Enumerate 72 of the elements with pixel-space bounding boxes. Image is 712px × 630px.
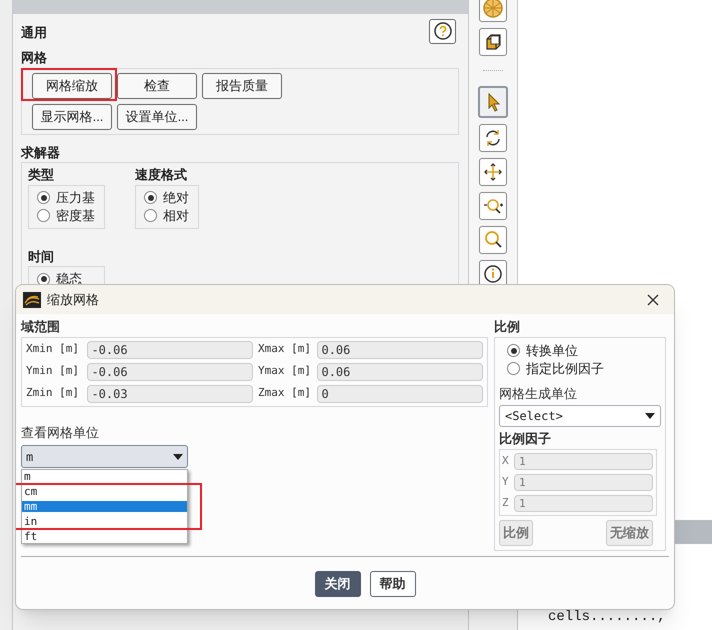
- field-label: Ymax [m]: [258, 363, 312, 380]
- close-icon: [647, 294, 659, 306]
- dropdown-value: <Select>: [505, 408, 563, 425]
- dropdown-value: m: [26, 448, 34, 466]
- radio-button[interactable]: [507, 362, 520, 375]
- dialog-title: 缩放网格: [47, 290, 100, 309]
- radio-button-selected[interactable]: [144, 191, 157, 204]
- field-label: Zmin [m]: [26, 385, 80, 402]
- field-label: Zmax [m]: [258, 385, 312, 402]
- units-dropdown[interactable]: <Select>: [499, 405, 661, 427]
- field-label: Ymin [m]: [26, 363, 80, 380]
- dropdown-option[interactable]: cm: [22, 486, 187, 497]
- input-field[interactable]: -0.06: [87, 362, 253, 380]
- field-label: Xmax [m]: [258, 341, 312, 358]
- dropdown-option[interactable]: in: [22, 516, 187, 527]
- radio-button-selected[interactable]: [507, 344, 520, 357]
- input-field[interactable]: -0.03: [87, 384, 253, 402]
- group-heading: 速度格式: [135, 166, 188, 184]
- input-field[interactable]: 0: [317, 384, 484, 402]
- section-heading: 网格: [21, 49, 48, 67]
- toolbar-button[interactable]: [478, 86, 508, 118]
- input-field[interactable]: -0.06: [87, 340, 253, 358]
- radio-label: 压力基: [56, 188, 95, 207]
- group-heading: 类型: [28, 166, 55, 184]
- radio-label: 指定比例因子: [526, 360, 604, 378]
- radio-label: 相对: [163, 206, 189, 225]
- radio-button-selected[interactable]: [37, 272, 50, 286]
- help-button[interactable]: [429, 18, 456, 44]
- radio-label: 转换单位: [526, 342, 578, 360]
- mesh-button[interactable]: 检查: [117, 72, 197, 98]
- group-heading: 时间: [28, 248, 55, 266]
- input-field[interactable]: 0.06: [317, 340, 484, 358]
- section-heading: 域范围: [21, 318, 61, 336]
- close-button[interactable]: [645, 292, 661, 308]
- toolbar-button[interactable]: [479, 124, 507, 152]
- caret-icon: [173, 454, 183, 460]
- mesh-button[interactable]: 显示网格...: [32, 104, 112, 130]
- radio-button[interactable]: [144, 209, 157, 222]
- radio-label: 密度基: [56, 206, 95, 225]
- radio-button[interactable]: [37, 209, 50, 222]
- caret-icon: [645, 413, 655, 419]
- mesh-button[interactable]: 网格缩放: [32, 72, 112, 98]
- units-dropdown[interactable]: m: [21, 445, 188, 468]
- radio-button-selected[interactable]: [37, 191, 50, 204]
- panel-title: 通用: [21, 24, 47, 42]
- section-heading: 比例: [494, 318, 521, 336]
- field-label: Xmin [m]: [26, 341, 80, 358]
- field-label: 网格生成单位: [499, 384, 578, 402]
- radio-label: 绝对: [163, 188, 189, 207]
- section-heading: 比例因子: [499, 430, 552, 448]
- help-icon: [434, 22, 452, 40]
- mesh-button[interactable]: 报告质量: [202, 72, 282, 98]
- field-label: Z: [502, 494, 510, 511]
- app-logo-icon: [23, 292, 41, 308]
- dropdown-option[interactable]: mm: [22, 501, 187, 512]
- info-icon: [482, 263, 504, 285]
- toolbar-button[interactable]: [479, 28, 507, 56]
- help-button[interactable]: 帮助: [370, 571, 416, 597]
- dropdown-option[interactable]: m: [22, 471, 187, 482]
- sphere-icon: [482, 0, 504, 19]
- pan-icon: [482, 161, 504, 183]
- mesh-button[interactable]: 设置单位...: [117, 104, 197, 130]
- toolbar-button[interactable]: [479, 192, 507, 220]
- close-button[interactable]: 关闭: [314, 571, 360, 597]
- field-label: 查看网格单位: [21, 424, 100, 442]
- console-text: cells........,: [548, 609, 666, 625]
- input-field[interactable]: 0.06: [317, 362, 484, 380]
- section-heading: 求解器: [21, 144, 61, 162]
- toolbar-button[interactable]: [479, 158, 507, 186]
- dropdown-option[interactable]: ft: [22, 531, 187, 542]
- field-label: X: [502, 452, 510, 469]
- field-label: Y: [502, 474, 510, 490]
